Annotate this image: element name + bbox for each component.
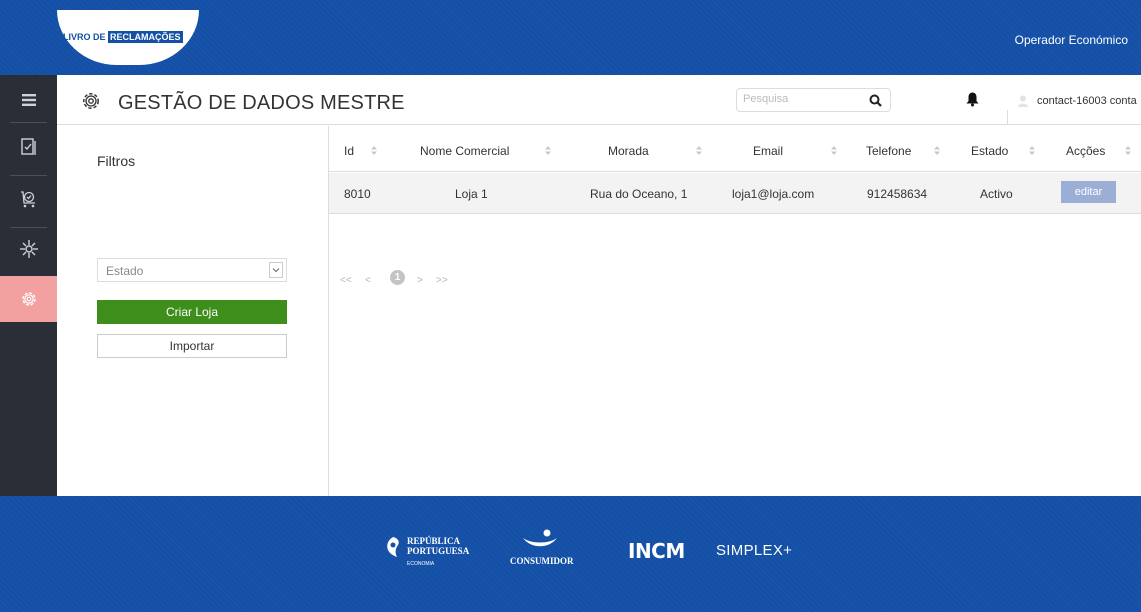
pagination-first[interactable]: << [340, 275, 352, 286]
sort-icon[interactable] [545, 146, 551, 155]
column-header-estado[interactable]: Estado [971, 144, 1008, 158]
column-header-accoes[interactable]: Acções [1066, 144, 1105, 158]
footer: REPÚBLICA PORTUGUESA ECONOMIA CONSUMIDOR… [0, 496, 1141, 612]
pagination-next[interactable]: > [417, 275, 423, 286]
sort-icon[interactable] [1029, 146, 1035, 155]
sidebar-divider [10, 175, 47, 176]
stores-table: Id Nome Comercial Morada Email Telefone … [329, 126, 1141, 496]
consumidor-text: CONSUMIDOR [510, 556, 574, 566]
create-store-button[interactable]: Criar Loja [97, 300, 287, 324]
sort-icon[interactable] [934, 146, 940, 155]
search-input[interactable] [743, 93, 863, 105]
sidebar-divider [10, 227, 47, 228]
header-divider [1007, 110, 1008, 125]
search-box[interactable] [736, 88, 891, 112]
avatar[interactable] [1018, 95, 1028, 107]
logo-text-part1: LIVRO DE [63, 32, 106, 42]
cell-estado: Activo [980, 187, 1013, 201]
consumidor-logo[interactable]: CONSUMIDOR [510, 528, 574, 566]
pagination-last[interactable]: >> [436, 275, 448, 286]
republica-emblem-icon [387, 537, 399, 557]
column-header-id[interactable]: Id [344, 144, 354, 158]
cell-telefone: 912458634 [867, 187, 928, 201]
republica-sub: ECONOMIA [407, 561, 435, 567]
search-icon[interactable] [869, 94, 882, 107]
sidebar-item-network[interactable] [0, 229, 57, 269]
top-bar: LIVRO DE RECLAMAÇÕES Operador Económico [0, 0, 1141, 75]
column-header-telefone[interactable]: Telefone [866, 144, 911, 158]
pagination-prev[interactable]: < [365, 275, 371, 286]
hamburger-menu-icon [21, 94, 36, 106]
cell-morada: Rua do Oceano, 1 [590, 187, 688, 201]
simplex-logo[interactable]: SIMPLEX+ [716, 542, 792, 559]
logo-text-part2: RECLAMAÇÕES [108, 31, 183, 43]
gear-icon [21, 292, 36, 306]
operator-link[interactable]: Operador Económico [1015, 33, 1128, 47]
column-header-morada[interactable]: Morada [608, 144, 649, 158]
page-title: GESTÃO DE DADOS MESTRE [118, 92, 405, 114]
cell-email: loja1@loja.com [732, 187, 815, 201]
sidebar-divider [10, 122, 47, 123]
page-header: GESTÃO DE DADOS MESTRE contact-16003 con… [57, 75, 1141, 125]
sidebar-item-settings[interactable] [0, 276, 57, 322]
column-header-email[interactable]: Email [753, 144, 783, 158]
republica-line1: REPÚBLICA [407, 536, 461, 546]
sort-icon[interactable] [831, 146, 837, 155]
logo-text: LIVRO DE RECLAMAÇÕES [63, 31, 183, 43]
edit-button[interactable]: editar [1061, 181, 1116, 203]
cell-id: 8010 [344, 187, 371, 201]
republica-line2: PORTUGUESA [407, 546, 470, 556]
sort-icon[interactable] [1125, 146, 1131, 155]
sort-icon[interactable] [696, 146, 702, 155]
gear-icon [83, 93, 99, 109]
left-sidebar [0, 75, 57, 496]
republica-portuguesa-logo[interactable]: REPÚBLICA PORTUGUESA ECONOMIA [385, 536, 469, 569]
status-select-value: Estado [106, 264, 144, 278]
shopping-cart-check-icon [20, 191, 35, 208]
republica-text: REPÚBLICA PORTUGUESA ECONOMIA [407, 536, 469, 569]
chevron-down-icon [269, 262, 283, 278]
table-row[interactable]: 8010 Loja 1 Rua do Oceano, 1 loja1@loja.… [329, 173, 1141, 214]
import-button[interactable]: Importar [97, 334, 287, 358]
book-check-icon [20, 138, 36, 155]
sort-icon[interactable] [371, 146, 377, 155]
incm-logo[interactable]: INCM [628, 539, 685, 563]
consumidor-emblem-icon [523, 529, 557, 547]
sidebar-item-menu[interactable] [0, 80, 57, 120]
cell-nome: Loja 1 [455, 187, 488, 201]
filters-panel: Filtros Estado Criar Loja Importar [57, 126, 329, 496]
status-select[interactable]: Estado [97, 258, 287, 282]
table-header: Id Nome Comercial Morada Email Telefone … [329, 126, 1141, 172]
livro-reclamacoes-logo[interactable]: LIVRO DE RECLAMAÇÕES [57, 10, 199, 65]
sidebar-item-book[interactable] [0, 127, 57, 167]
pagination-current-page[interactable]: 1 [390, 270, 405, 285]
column-header-nome[interactable]: Nome Comercial [420, 144, 509, 158]
network-hub-icon [19, 240, 38, 258]
user-name[interactable]: contact-16003 conta [1037, 95, 1137, 107]
bell-icon[interactable] [966, 92, 979, 107]
filters-title: Filtros [97, 153, 136, 169]
sidebar-item-cart[interactable] [0, 179, 57, 219]
